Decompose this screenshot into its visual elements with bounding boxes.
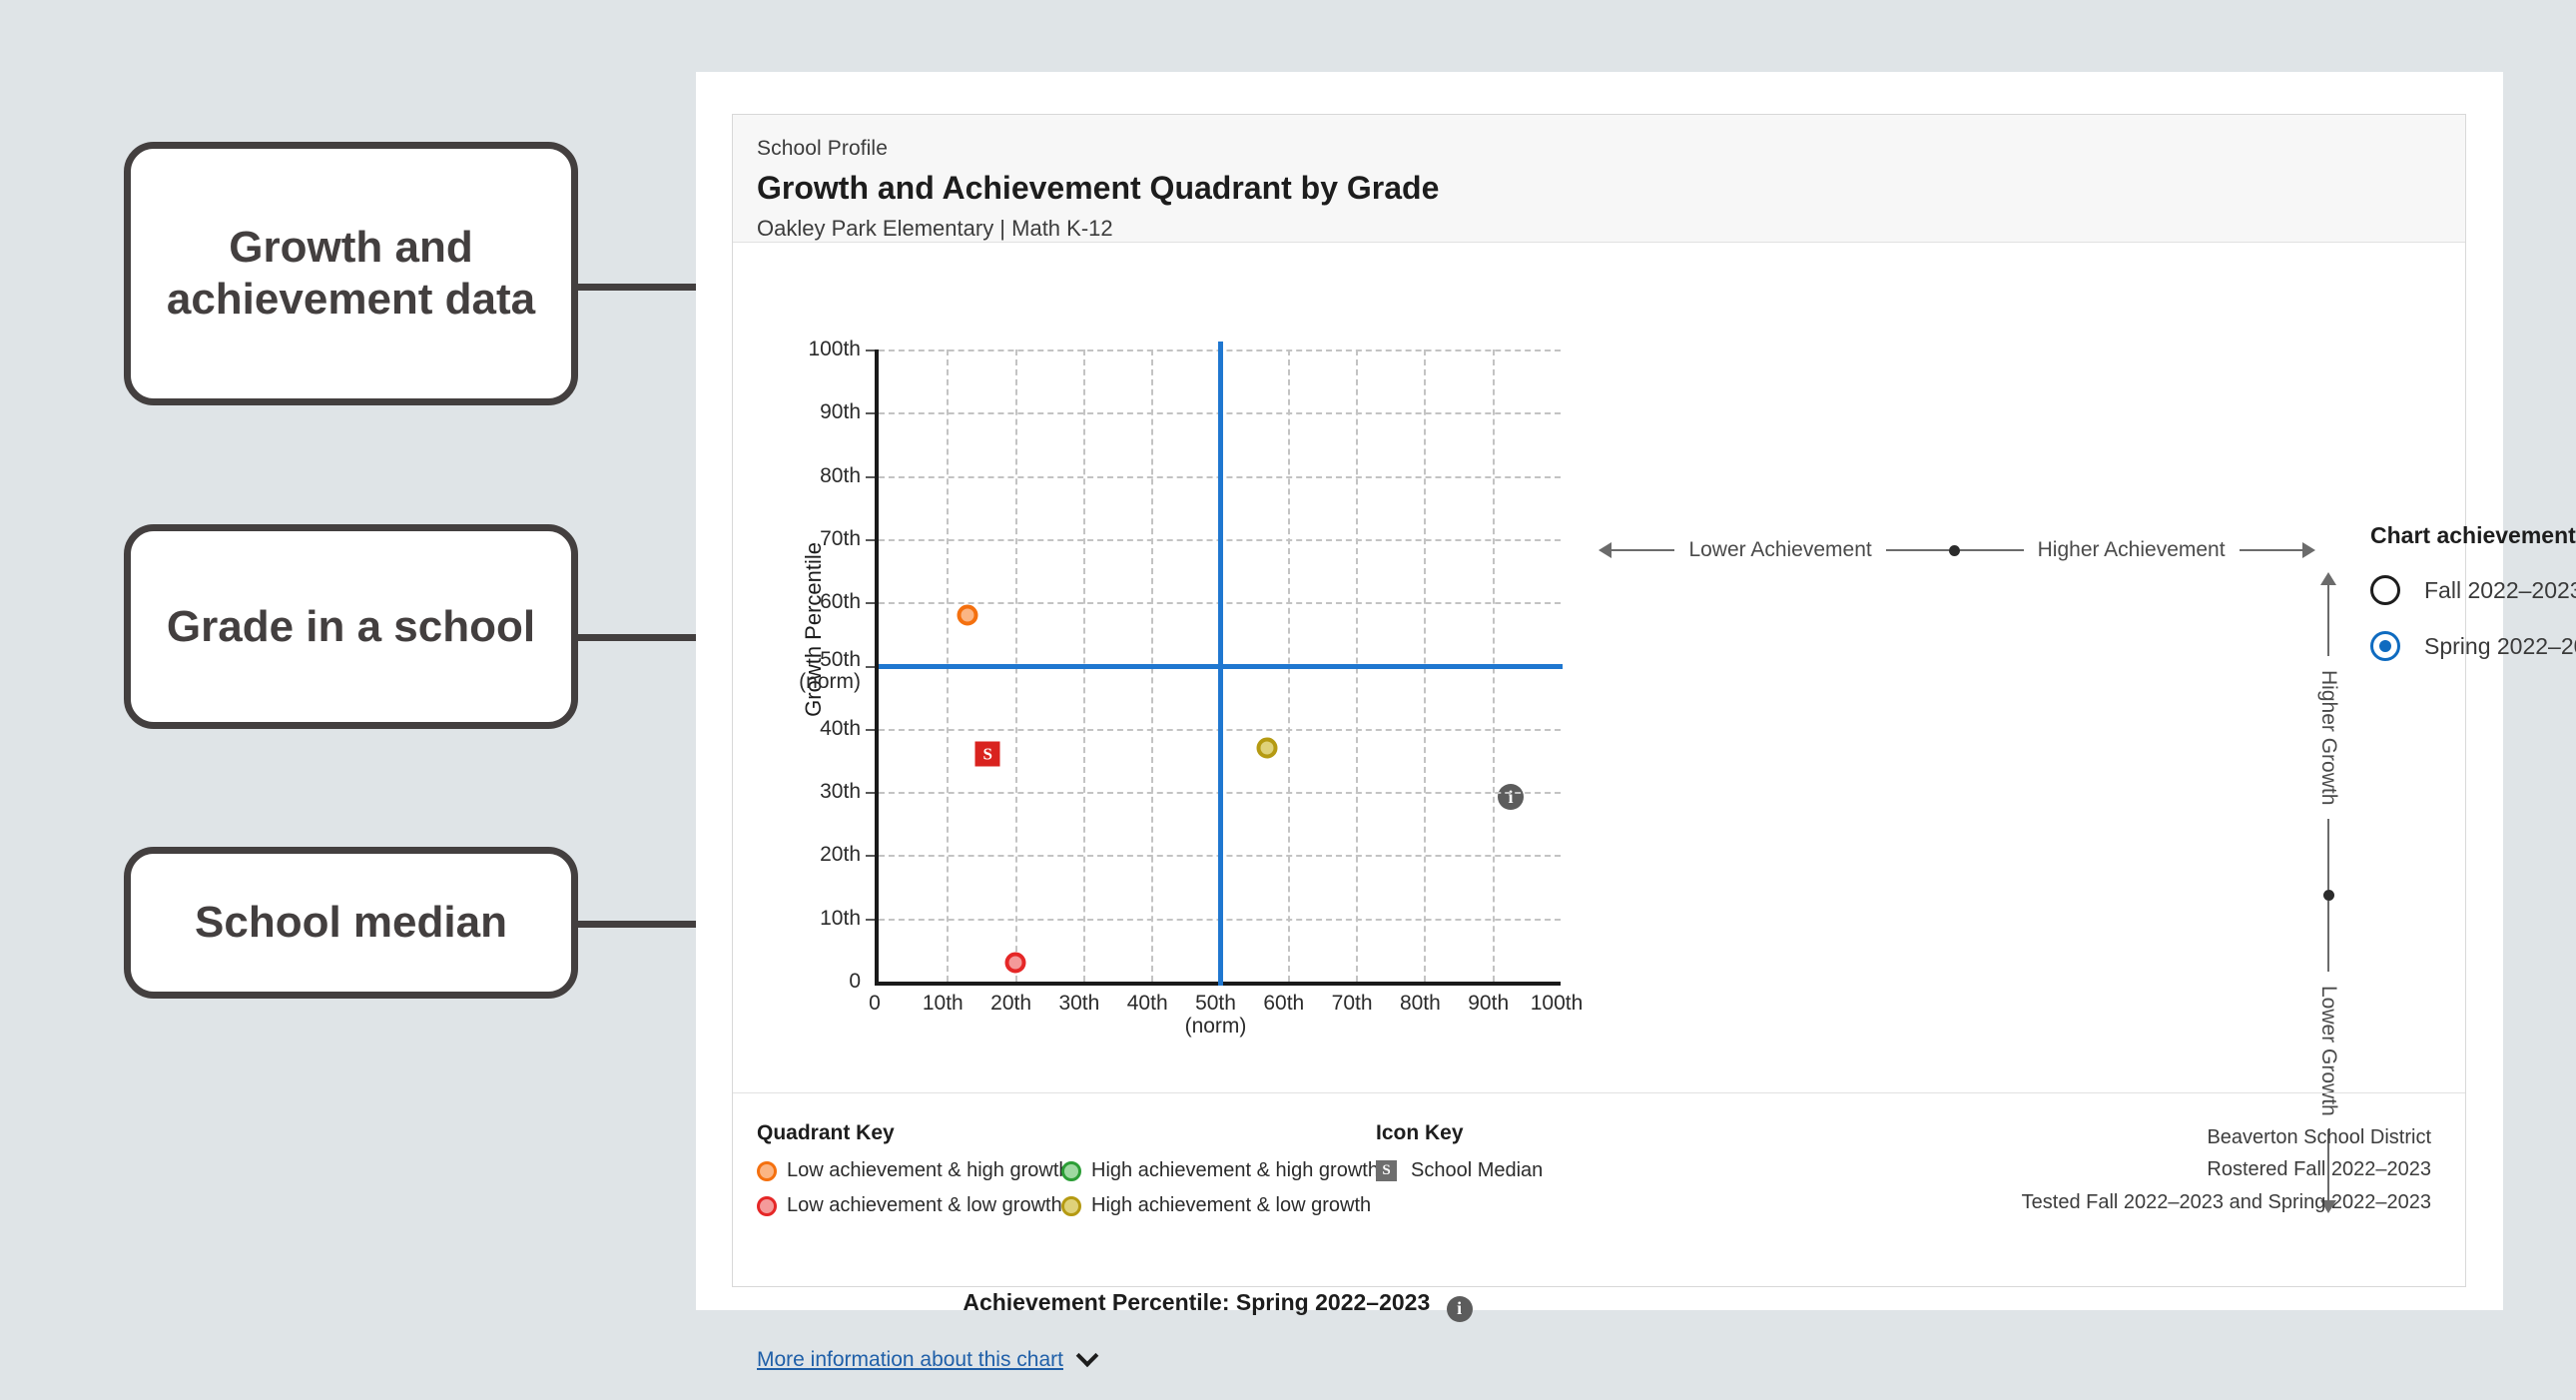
quadrant-key-swatch <box>757 1196 777 1216</box>
y-axis-tick-mark <box>866 412 875 414</box>
district-info: Beaverton School District Rostered Fall … <box>2022 1121 2431 1218</box>
quadrant-key-item: High achievement & high growth <box>1061 1159 1366 1182</box>
callout-school-median: School median <box>124 847 578 999</box>
screenshot-root: Growth and achievement data Grade in a s… <box>0 0 2576 1400</box>
y-axis-tick-mark <box>866 855 875 857</box>
radio-spring-indicator[interactable] <box>2370 631 2400 661</box>
top-axis-right-label: Higher Achievement <box>2024 538 2240 562</box>
quadrant-key-label: High achievement & low growth <box>1091 1194 1371 1217</box>
axis-line <box>2240 549 2302 551</box>
quadrant-key-label: Low achievement & low growth <box>787 1194 1062 1217</box>
y-axis-tick-label: 80th <box>771 464 861 486</box>
arrow-up-icon <box>2320 572 2336 585</box>
radio-fall-label: Fall 2022–2023 <box>2424 577 2576 604</box>
quadrant-line-horizontal <box>879 664 1563 669</box>
rostered-term: Rostered Fall 2022–2023 <box>2022 1153 2431 1185</box>
y-axis-tick-mark <box>866 350 875 351</box>
callout-label: School median <box>195 897 507 949</box>
scatter-plot-area: S <box>875 350 1561 986</box>
more-information-link[interactable]: More information about this chart <box>757 1348 1095 1372</box>
callout-label: Growth and achievement data <box>131 222 571 326</box>
quadrant-key-label: Low achievement & high growth <box>787 1159 1070 1182</box>
axis-line <box>1611 549 1674 551</box>
quadrant-key: Quadrant Key Low achievement & high grow… <box>757 1121 1396 1217</box>
callout-grade-in-a-school: Grade in a school <box>124 524 578 729</box>
y-axis-tick-mark <box>866 666 875 668</box>
axis-line <box>1886 549 1949 551</box>
quadrant-key-swatch <box>1061 1161 1081 1181</box>
info-icon[interactable]: i <box>1447 1296 1473 1322</box>
y-axis-tick-label: 20th <box>771 844 861 866</box>
arrow-right-icon <box>2302 542 2315 558</box>
x-axis-tick-label: 100th <box>1497 992 1616 1015</box>
radio-option-fall[interactable]: Fall 2022–2023 <box>2370 575 2576 605</box>
card-subtitle: Oakley Park Elementary | Math K-12 <box>757 216 2429 242</box>
y-axis-tick-mark <box>866 729 875 731</box>
y-axis-tick-label: 40th <box>771 718 861 740</box>
icon-key-title: Icon Key <box>1376 1121 1715 1145</box>
quadrant-key-label: High achievement & high growth <box>1091 1159 1379 1182</box>
more-information-label: More information about this chart <box>757 1348 1063 1372</box>
y-axis-tick-label: 30th <box>771 781 861 803</box>
y-axis-tick-mark <box>866 539 875 541</box>
chevron-down-icon <box>1076 1344 1099 1367</box>
top-axis-left-label: Lower Achievement <box>1674 538 1885 562</box>
y-axis-tick-label: 10th <box>771 908 861 930</box>
y-axis-tick-label: 70th <box>771 528 861 550</box>
axis-line <box>2327 819 2329 890</box>
data-point[interactable] <box>1257 737 1278 758</box>
axis-center-dot <box>2323 890 2334 901</box>
y-axis-tick-label: 60th <box>771 591 861 613</box>
icon-key-item-school-median: S School Median <box>1376 1159 1715 1182</box>
data-point[interactable] <box>957 604 977 625</box>
card-header: School Profile Growth and Achievement Qu… <box>733 115 2465 243</box>
district-name: Beaverton School District <box>2022 1121 2431 1153</box>
y-axis-tick-label: 0 <box>771 971 861 993</box>
y-axis-tick-mark <box>866 476 875 478</box>
term-control-panel: Chart achievement based on the following… <box>2370 522 2576 661</box>
chart-body: Lower Achievement Higher Achievement Hig… <box>733 243 2465 1091</box>
data-point[interactable] <box>1004 953 1025 974</box>
radio-option-spring[interactable]: Spring 2022–2023 <box>2370 631 2576 661</box>
quadrant-key-items: Low achievement & high growthHigh achiev… <box>757 1159 1396 1217</box>
callout-growth-achievement-data: Growth and achievement data <box>124 142 578 405</box>
breadcrumb: School Profile <box>757 137 2429 161</box>
axis-center-dot <box>1949 545 1960 556</box>
radio-fall-indicator[interactable] <box>2370 575 2400 605</box>
y-axis-tick-mark <box>866 602 875 604</box>
icon-key-item-label: School Median <box>1411 1159 1543 1182</box>
chart-footer: Quadrant Key Low achievement & high grow… <box>733 1092 2465 1121</box>
y-axis-tick-mark <box>866 919 875 921</box>
quadrant-key-item: Low achievement & high growth <box>757 1159 1061 1182</box>
callout-label: Grade in a school <box>167 601 535 653</box>
y-axis-tick-mark <box>866 792 875 794</box>
y-axis-tick-label: 90th <box>771 401 861 423</box>
x-axis-title-label: Achievement Percentile: Spring 2022–2023 <box>963 1289 1430 1315</box>
tested-terms: Tested Fall 2022–2023 and Spring 2022–20… <box>2022 1186 2431 1218</box>
y-axis-tick-label: 100th <box>771 339 861 360</box>
icon-key: Icon Key S School Median <box>1376 1121 1715 1182</box>
quadrant-key-item: High achievement & low growth <box>1061 1194 1366 1217</box>
axis-line <box>2327 901 2329 972</box>
quadrant-key-item: Low achievement & low growth <box>757 1194 1061 1217</box>
right-axis-top-label: Higher Growth <box>2316 656 2340 819</box>
page-title: Growth and Achievement Quadrant by Grade <box>757 170 2429 207</box>
chart-card: School Profile Growth and Achievement Qu… <box>732 114 2466 1287</box>
quadrant-key-swatch <box>757 1161 777 1181</box>
y-axis-tick-label: 50th(norm) <box>771 649 861 694</box>
school-median-icon: S <box>1376 1160 1397 1181</box>
arrow-left-icon <box>1599 542 1611 558</box>
axis-line <box>1960 549 2023 551</box>
school-median-marker[interactable]: S <box>975 742 1000 767</box>
top-achievement-axis: Lower Achievement Higher Achievement <box>1599 538 2315 562</box>
quadrant-key-swatch <box>1061 1196 1081 1216</box>
axis-line <box>2327 585 2329 656</box>
radio-spring-label: Spring 2022–2023 <box>2424 633 2576 660</box>
x-axis-title: Achievement Percentile: Spring 2022–2023… <box>875 1289 1561 1322</box>
term-heading: Chart achievement based on the following… <box>2370 522 2576 549</box>
quadrant-key-title: Quadrant Key <box>757 1121 1396 1145</box>
